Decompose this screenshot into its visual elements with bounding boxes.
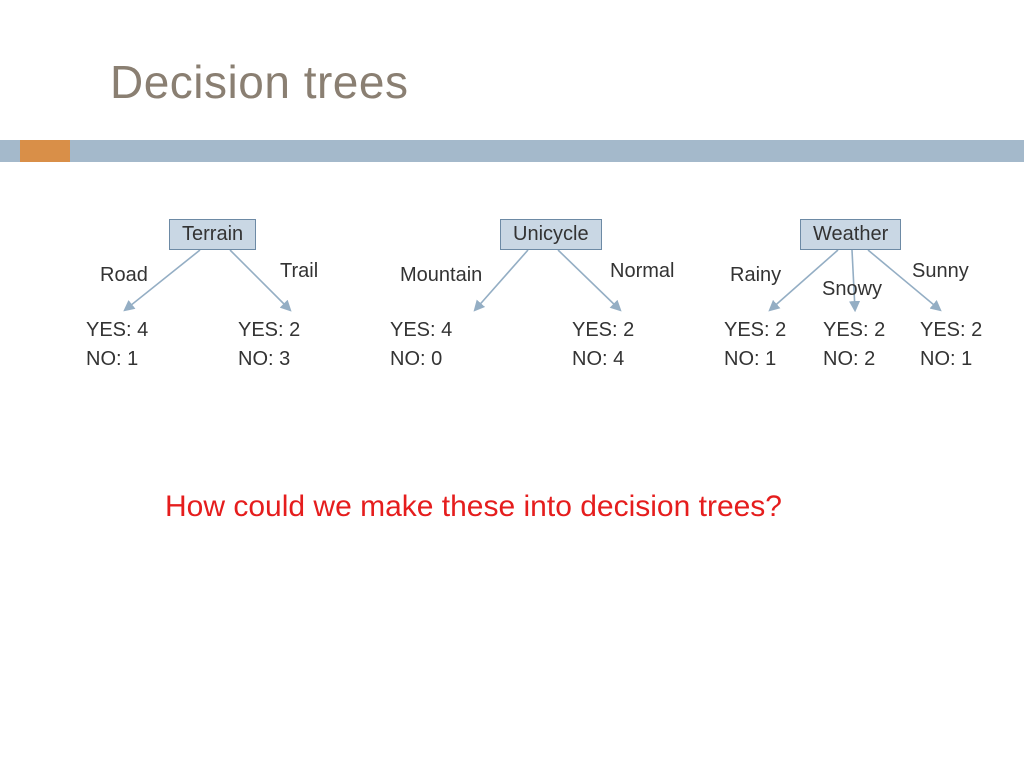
question-text: How could we make these into decision tr… — [165, 490, 782, 524]
branch-weather-rainy: Rainy — [730, 264, 781, 287]
node-weather: Weather — [800, 219, 901, 250]
leaf-yes: YES: 2 — [238, 316, 300, 345]
leaf-weather-snowy: YES: 2 NO: 2 — [823, 316, 885, 374]
leaf-terrain-trail: YES: 2 NO: 3 — [238, 316, 300, 374]
slide: Decision trees Terrain Road Trail YES: 4… — [0, 0, 1024, 768]
leaf-no: NO: 2 — [823, 345, 885, 374]
node-terrain: Terrain — [169, 219, 256, 250]
leaf-unicycle-mountain: YES: 4 NO: 0 — [390, 316, 452, 374]
leaf-yes: YES: 2 — [572, 316, 634, 345]
leaf-no: NO: 3 — [238, 345, 300, 374]
slide-title: Decision trees — [110, 55, 408, 109]
branch-unicycle-normal: Normal — [610, 260, 674, 283]
leaf-no: NO: 1 — [920, 345, 982, 374]
leaf-no: NO: 1 — [724, 345, 786, 374]
leaf-yes: YES: 4 — [390, 316, 452, 345]
leaf-weather-rainy: YES: 2 NO: 1 — [724, 316, 786, 374]
leaf-yes: YES: 4 — [86, 316, 148, 345]
arrows-svg — [0, 0, 1024, 768]
branch-terrain-trail: Trail — [280, 260, 318, 283]
branch-weather-sunny: Sunny — [912, 260, 969, 283]
divider-bar — [0, 140, 1024, 162]
branch-unicycle-mountain: Mountain — [400, 264, 482, 287]
leaf-terrain-road: YES: 4 NO: 1 — [86, 316, 148, 374]
leaf-weather-sunny: YES: 2 NO: 1 — [920, 316, 982, 374]
accent-bar — [20, 140, 70, 162]
leaf-yes: YES: 2 — [724, 316, 786, 345]
leaf-yes: YES: 2 — [823, 316, 885, 345]
leaf-no: NO: 1 — [86, 345, 148, 374]
node-unicycle: Unicycle — [500, 219, 602, 250]
leaf-no: NO: 0 — [390, 345, 452, 374]
leaf-yes: YES: 2 — [920, 316, 982, 345]
branch-weather-snowy: Snowy — [822, 278, 882, 301]
leaf-unicycle-normal: YES: 2 NO: 4 — [572, 316, 634, 374]
leaf-no: NO: 4 — [572, 345, 634, 374]
branch-terrain-road: Road — [100, 264, 148, 287]
